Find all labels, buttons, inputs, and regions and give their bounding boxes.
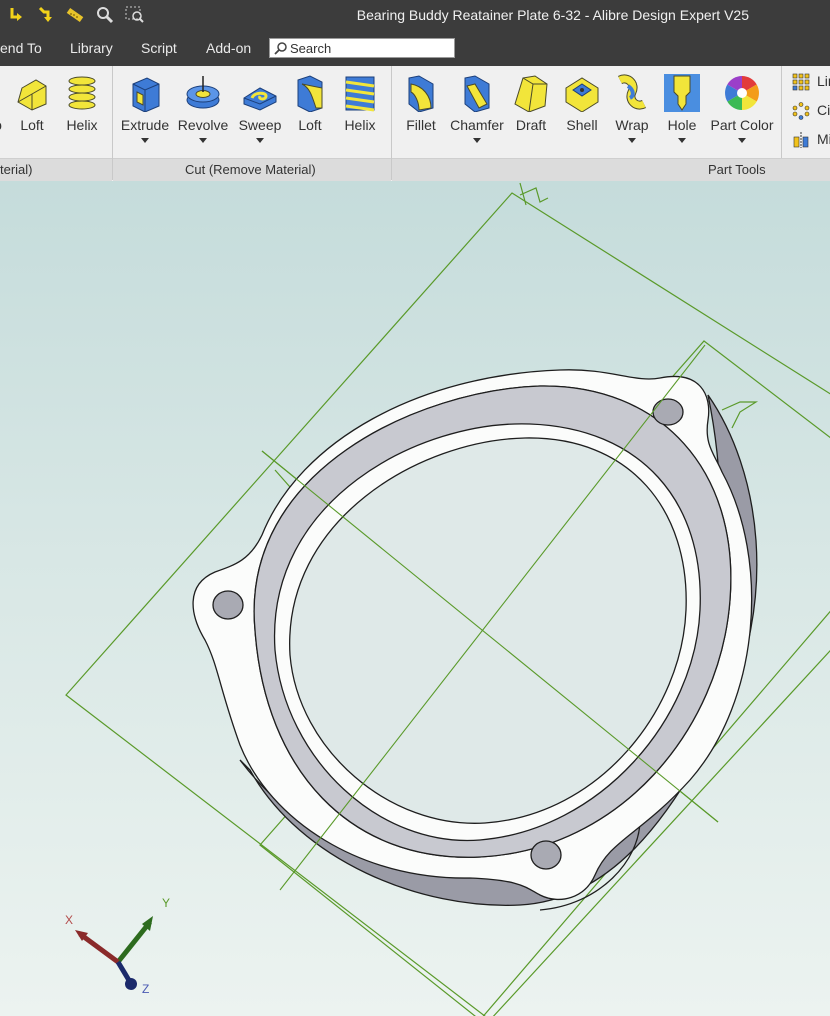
sweep-cut-icon	[243, 87, 277, 111]
measure-ruler-icon[interactable]	[64, 4, 86, 26]
viewport-3d[interactable]: X Y Z	[0, 181, 830, 1016]
side-cmd-label: Lir	[817, 73, 830, 89]
zoom-magnifier-icon[interactable]	[94, 4, 116, 26]
tool-label: Loft	[298, 117, 322, 133]
title-bar: Bearing Buddy Reatainer Plate 6-32 - Ali…	[0, 0, 830, 30]
x-axis-arrow	[78, 931, 120, 965]
tool-label: Revolve	[177, 117, 229, 133]
chevron-down-icon[interactable]	[256, 138, 264, 143]
tool-part-color[interactable]: Part Color	[710, 70, 774, 150]
chevron-down-icon[interactable]	[473, 138, 481, 143]
mirror-icon	[793, 132, 809, 148]
hole-icon	[664, 74, 700, 112]
tool-label: Fillet	[406, 117, 436, 133]
chevron-down-icon[interactable]	[628, 138, 636, 143]
z-axis-label: Z	[142, 982, 149, 996]
tool-label: Shell	[566, 117, 598, 133]
bolt-hole	[530, 840, 562, 870]
tool-label: Helix	[66, 117, 98, 133]
tool-label: Draft	[515, 117, 547, 133]
tool-label: Hole	[667, 117, 697, 133]
wrap-icon	[617, 74, 647, 110]
tool-wrap[interactable]: Wrap	[610, 70, 654, 150]
undo-arrow-icon[interactable]	[6, 4, 28, 26]
fillet-icon	[408, 75, 434, 112]
tool-label: Wrap	[615, 117, 649, 133]
tool-partial[interactable]: o	[0, 70, 6, 150]
extrude-cut-icon	[132, 77, 160, 112]
menu-item-extend-to[interactable]: end To	[0, 40, 42, 56]
tool-sweep-cut[interactable]: Sweep	[236, 70, 284, 150]
tool-hole[interactable]: Hole	[660, 70, 704, 150]
side-cmd-label: Cir	[817, 102, 830, 118]
tool-label: Extrude	[120, 117, 170, 133]
tool-label: Sweep	[238, 117, 282, 133]
tool-helix-add[interactable]: Helix	[60, 70, 104, 150]
loft-add-icon	[17, 79, 47, 111]
color-wheel-icon	[725, 76, 759, 110]
chevron-down-icon[interactable]	[678, 138, 686, 143]
side-cmd-label: Mi	[817, 131, 830, 147]
group-footer-add-material: terial)	[0, 158, 112, 181]
tool-label: Helix	[344, 117, 376, 133]
y-axis-arrow	[116, 920, 152, 964]
menu-item-library[interactable]: Library	[70, 40, 113, 56]
group-footer-cut: Cut (Remove Material)	[113, 158, 391, 181]
search-icon	[274, 42, 287, 55]
orientation-triad: X Y Z	[65, 896, 170, 996]
y-axis-label: Y	[162, 896, 170, 910]
group-label: Cut (Remove Material)	[185, 162, 316, 177]
tool-label: Loft	[20, 117, 44, 133]
tool-label: o	[0, 117, 6, 133]
tool-label: Part Color	[710, 117, 774, 133]
bolt-hole	[212, 590, 244, 620]
redo-arrow-icon[interactable]	[34, 4, 56, 26]
x-axis-label: X	[65, 913, 73, 927]
bolt-hole	[652, 398, 684, 426]
draft-icon	[514, 75, 548, 112]
tool-revolve-cut[interactable]: Revolve	[176, 70, 230, 150]
chevron-down-icon[interactable]	[141, 138, 149, 143]
menu-item-add-on[interactable]: Add-on	[206, 40, 251, 56]
shell-icon	[565, 77, 599, 112]
group-label: Part Tools	[708, 162, 766, 177]
menu-item-script[interactable]: Script	[141, 40, 177, 56]
tool-shell[interactable]: Shell	[560, 70, 604, 150]
tool-loft-add[interactable]: Loft	[12, 70, 52, 150]
sketch-marker	[519, 182, 549, 206]
z-axis-head	[125, 978, 137, 990]
window-title: Bearing Buddy Reatainer Plate 6-32 - Ali…	[356, 7, 749, 23]
tool-loft-cut[interactable]: Loft	[290, 70, 330, 150]
group-label: terial)	[0, 162, 33, 177]
sketch-marker	[721, 401, 759, 429]
helix-add-icon	[68, 76, 96, 110]
tool-chamfer[interactable]: Chamfer	[448, 70, 506, 150]
revolve-cut-icon	[186, 76, 220, 109]
circular-pattern-icon	[792, 102, 810, 120]
chevron-down-icon[interactable]	[199, 138, 207, 143]
search-input[interactable]	[290, 40, 450, 56]
search-box[interactable]	[269, 38, 455, 58]
tool-label: Chamfer	[450, 117, 504, 133]
tool-helix-cut[interactable]: Helix	[338, 70, 382, 150]
tool-draft[interactable]: Draft	[512, 70, 550, 150]
helix-cut-icon	[345, 76, 375, 112]
tool-extrude-cut[interactable]: Extrude	[120, 70, 170, 150]
chamfer-icon	[464, 75, 490, 112]
group-footer-part-tools: Part Tools	[392, 158, 830, 181]
zoom-window-icon[interactable]	[124, 4, 146, 26]
tool-fillet[interactable]: Fillet	[400, 70, 442, 150]
loft-cut-icon	[297, 75, 323, 112]
model-canvas[interactable]: X Y Z	[0, 181, 830, 1016]
chevron-down-icon[interactable]	[738, 138, 746, 143]
linear-pattern-icon	[792, 73, 810, 91]
